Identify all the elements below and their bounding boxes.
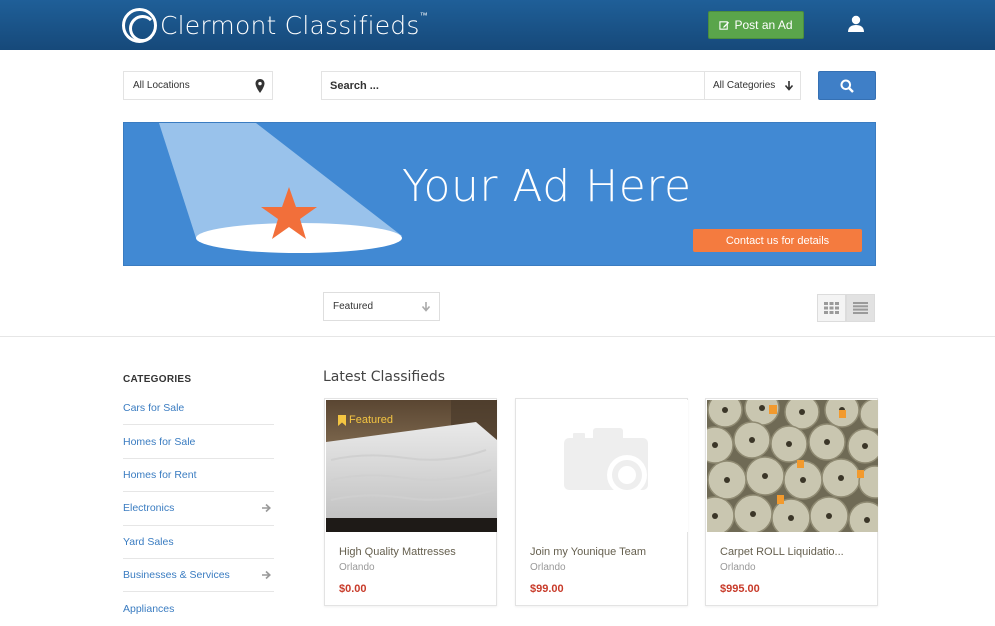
featured-label: Featured bbox=[349, 414, 394, 426]
category-link-homes-for-rent[interactable]: Homes for Rent bbox=[123, 459, 274, 493]
listing-card[interactable]: Featured High Quality Mattresses Orlando… bbox=[324, 398, 497, 606]
category-link-businesses-services[interactable]: Businesses & Services bbox=[123, 559, 274, 593]
banner-title: Your Ad Here bbox=[402, 161, 692, 212]
listing-image[interactable] bbox=[707, 400, 878, 532]
sort-value: Featured bbox=[333, 301, 374, 312]
list-icon bbox=[853, 302, 868, 314]
bookmark-icon bbox=[338, 414, 346, 426]
listing-card[interactable]: Carpet ROLL Liquidatio... Orlando $995.0… bbox=[705, 398, 878, 606]
listing-title[interactable]: Join my Younique Team bbox=[530, 546, 646, 558]
category-value: All Categories bbox=[713, 80, 776, 91]
category-label: Yard Sales bbox=[123, 535, 174, 548]
listing-price: $995.00 bbox=[720, 583, 760, 595]
listing-price: $0.00 bbox=[339, 583, 367, 595]
category-label: Homes for Sale bbox=[123, 435, 196, 448]
listing-location: Orlando bbox=[530, 562, 566, 573]
listing-image[interactable] bbox=[517, 400, 688, 532]
contact-us-button[interactable]: Contact us for details bbox=[693, 229, 862, 252]
category-label: Electronics bbox=[123, 502, 175, 515]
listing-price: $99.00 bbox=[530, 583, 564, 595]
category-label: Businesses & Services bbox=[123, 569, 230, 582]
listing-location: Orlando bbox=[720, 562, 756, 573]
list-view-button[interactable] bbox=[846, 294, 875, 322]
post-ad-button[interactable]: Post an Ad bbox=[708, 11, 804, 39]
categories-heading: CATEGORIES bbox=[123, 374, 192, 385]
logo-mark-icon bbox=[122, 7, 157, 43]
listing-title[interactable]: Carpet ROLL Liquidatio... bbox=[720, 546, 844, 558]
sort-select[interactable]: Featured bbox=[323, 292, 440, 321]
grid-icon bbox=[824, 302, 839, 314]
arrow-right-icon[interactable] bbox=[261, 570, 271, 580]
arrow-right-icon[interactable] bbox=[261, 503, 271, 513]
listing-location: Orlando bbox=[339, 562, 375, 573]
latest-classifieds-heading: Latest Classifieds bbox=[323, 369, 446, 385]
search-button[interactable] bbox=[818, 71, 876, 100]
grid-view-button[interactable] bbox=[817, 294, 846, 322]
carpet-rolls-photo bbox=[707, 400, 878, 532]
search-input[interactable] bbox=[322, 72, 704, 99]
location-value: All Locations bbox=[133, 80, 190, 91]
category-link-electronics[interactable]: Electronics bbox=[123, 492, 274, 526]
camera-placeholder-icon bbox=[517, 400, 688, 532]
category-label: Homes for Rent bbox=[123, 468, 197, 481]
logo-text: Clermont Classifieds bbox=[160, 10, 420, 40]
user-account-icon[interactable] bbox=[846, 14, 866, 34]
arrow-down-icon bbox=[784, 81, 794, 91]
section-divider bbox=[0, 336, 995, 337]
ad-banner[interactable]: Your Ad Here Contact us for details bbox=[123, 122, 876, 266]
search-bar: All Categories bbox=[321, 71, 801, 100]
category-link-homes-for-sale[interactable]: Homes for Sale bbox=[123, 425, 274, 459]
category-link-yard-sales[interactable]: Yard Sales bbox=[123, 526, 274, 559]
logo-trademark: ™ bbox=[419, 10, 428, 20]
search-icon bbox=[840, 79, 854, 93]
category-label: Appliances bbox=[123, 603, 175, 616]
listing-card[interactable]: Join my Younique Team Orlando $99.00 bbox=[515, 398, 688, 606]
category-select[interactable]: All Categories bbox=[704, 72, 800, 99]
site-header: Clermont Classifieds ™ Post an Ad bbox=[0, 0, 995, 50]
arrow-down-icon bbox=[421, 302, 431, 312]
category-label: Cars for Sale bbox=[123, 402, 185, 415]
site-logo[interactable]: Clermont Classifieds ™ bbox=[122, 7, 428, 43]
map-pin-icon bbox=[255, 79, 265, 93]
post-ad-label: Post an Ad bbox=[734, 18, 793, 32]
listing-title[interactable]: High Quality Mattresses bbox=[339, 546, 456, 558]
edit-icon bbox=[719, 20, 730, 30]
listing-image[interactable]: Featured bbox=[326, 400, 497, 532]
category-list: Cars for Sale Homes for Sale Homes for R… bbox=[123, 392, 274, 626]
category-link-cars-for-sale[interactable]: Cars for Sale bbox=[123, 392, 274, 426]
location-select[interactable]: All Locations bbox=[123, 71, 273, 100]
featured-badge: Featured bbox=[338, 414, 393, 426]
